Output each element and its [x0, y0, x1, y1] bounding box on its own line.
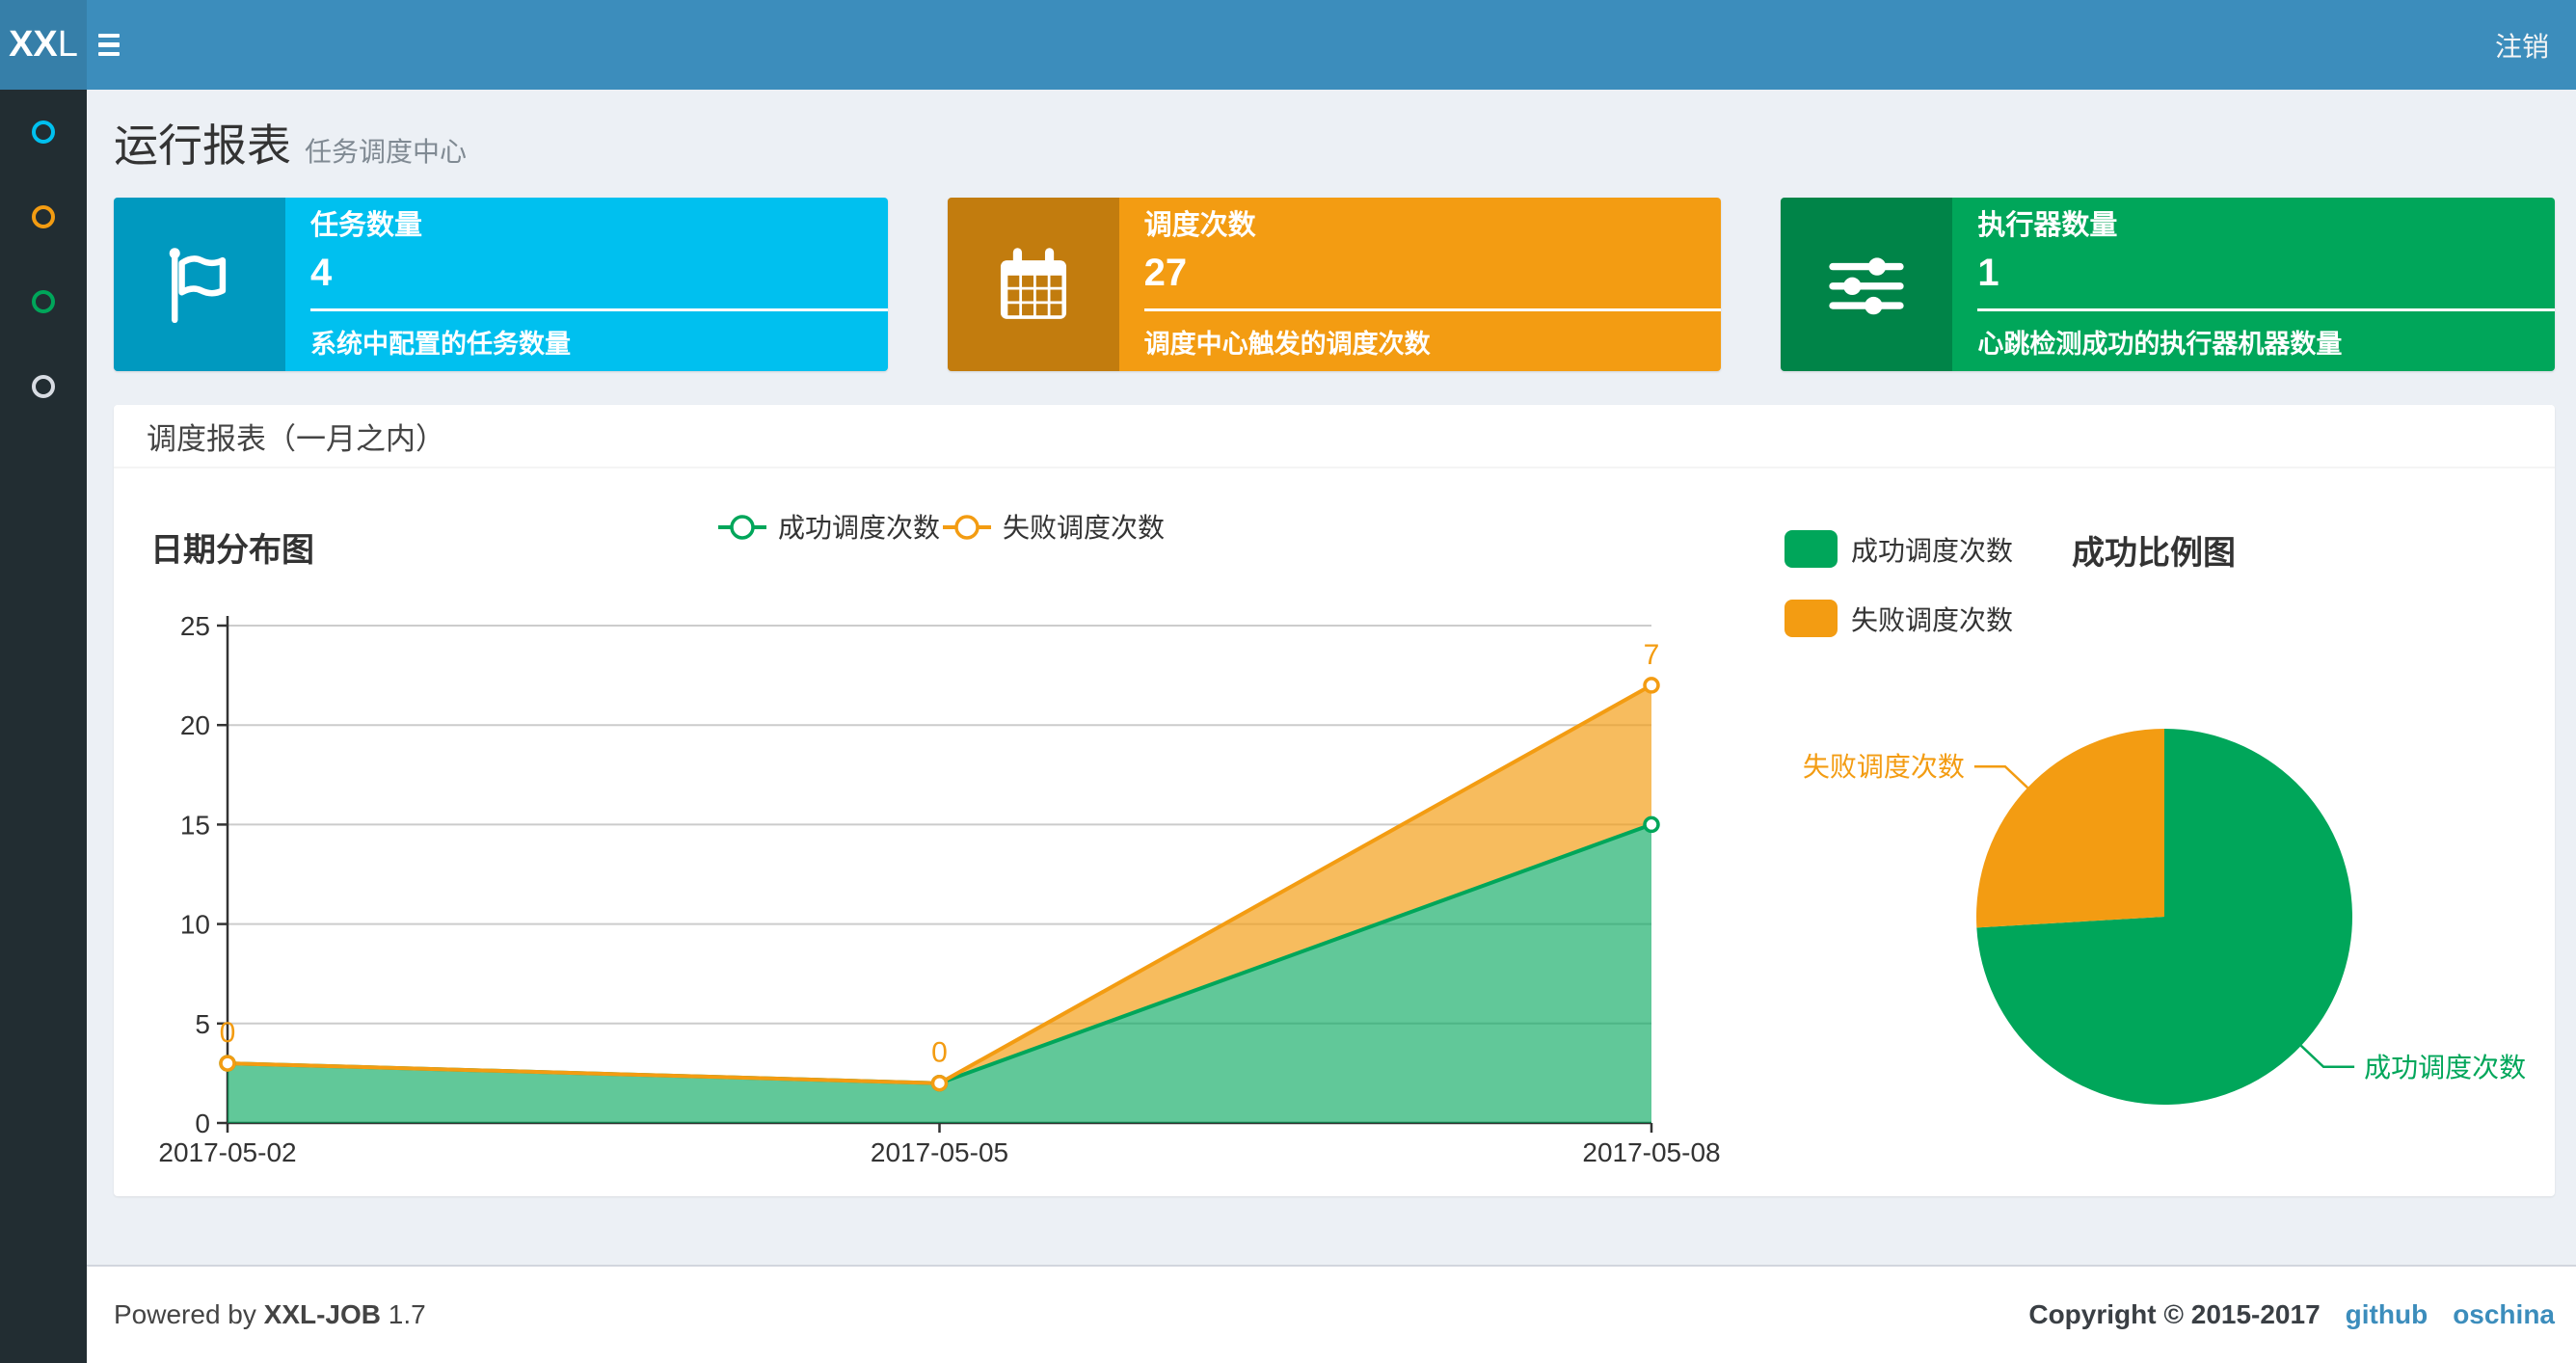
pie-legend-item-fail[interactable]: 失败调度次数 [1784, 600, 2013, 637]
flag-icon [114, 198, 285, 371]
main-content: 运行报表 任务调度中心 任务数量 4 系统中配置的任务数量 调度次数 27 调度… [87, 90, 2576, 1265]
fail-point [1643, 677, 1660, 694]
pie-slice-label: 成功调度次数 [2364, 1053, 2526, 1082]
fail-point-label: 0 [931, 1037, 948, 1069]
stat-label: 执行器数量 [1977, 210, 2118, 242]
y-tick-label: 10 [180, 910, 210, 940]
panel-body: 0 5 10 15 20 25 2017-05-02 2017-05-05 2017-05-08… [114, 468, 2555, 1194]
stat-description: 系统中配置的任务数量 [310, 329, 571, 359]
y-tick-label: 25 [180, 611, 210, 641]
page-subtitle: 任务调度中心 [305, 137, 468, 167]
pie-slice-label: 失败调度次数 [1803, 752, 1965, 782]
stat-card-executors: 执行器数量 1 心跳检测成功的执行器机器数量 [1781, 198, 2556, 371]
pie-label-line [2299, 1044, 2355, 1069]
calendar-icon [947, 198, 1119, 371]
legend-label: 失败调度次数 [1851, 605, 2013, 635]
stat-label: 任务数量 [310, 210, 423, 242]
legend-item-fail[interactable]: 失败调度次数 [943, 513, 1165, 543]
sidebar-item-job-log[interactable] [0, 344, 87, 429]
logout-button[interactable]: 注销 [2468, 0, 2576, 90]
footer: Powered by XXL-JOB 1.7 Copyright © 2015-… [87, 1265, 2576, 1363]
success-point [1643, 815, 1660, 834]
stat-description: 调度中心触发的调度次数 [1143, 329, 1431, 359]
fail-point-label: 7 [1644, 639, 1660, 671]
copyright-text: Copyright © 2015-2017 [2028, 1299, 2321, 1329]
fail-point [930, 1074, 949, 1092]
x-tick-label: 2017-05-08 [1582, 1137, 1720, 1167]
page-title: 运行报表 [114, 120, 291, 171]
x-tick-label: 2017-05-02 [158, 1137, 296, 1167]
pie-label-line [1973, 764, 2029, 789]
divider [1977, 307, 2556, 311]
github-link[interactable]: github [2346, 1299, 2428, 1330]
circle-icon [32, 205, 55, 228]
powered-by: Powered by XXL-JOB 1.7 [114, 1299, 426, 1329]
legend-item-success[interactable]: 成功调度次数 [718, 513, 940, 543]
y-tick-label: 5 [195, 1009, 210, 1039]
legend-label: 失败调度次数 [1003, 513, 1165, 543]
divider [1143, 307, 1722, 311]
sidebar-toggle-button[interactable] [85, 0, 133, 90]
pie-legend-item-success[interactable]: 成功调度次数 [1784, 530, 2013, 568]
pie-legend: 成功调度次数失败调度次数 [1784, 530, 2013, 637]
schedule-report-panel: 调度报表（一月之内） 0 5 10 15 20 25 2017-05-02 2017-05-0… [114, 405, 2555, 1196]
y-tick-label: 20 [180, 710, 210, 740]
stat-value: 4 [310, 251, 333, 294]
sliders-icon [1781, 198, 1953, 371]
stat-card-jobs: 任务数量 4 系统中配置的任务数量 [114, 198, 888, 371]
stat-card-triggers: 调度次数 27 调度中心触发的调度次数 [947, 198, 1722, 371]
y-tick-label: 15 [180, 810, 210, 840]
app-logo[interactable]: XX L [0, 0, 87, 90]
success-ratio-pie: 成功调度次数失败调度次数成功比例图成功调度次数失败调度次数 [1784, 530, 2526, 1105]
line-chart-title: 日期分布图 [150, 532, 314, 569]
stat-description: 心跳检测成功的执行器机器数量 [1977, 329, 2343, 359]
top-navbar: XX L 注销 [0, 0, 2576, 90]
stat-label: 调度次数 [1143, 210, 1256, 242]
panel-title: 调度报表（一月之内） [114, 405, 2555, 468]
legend-label: 成功调度次数 [778, 513, 940, 543]
pie-chart-title: 成功比例图 [2072, 535, 2236, 572]
legend-label: 成功调度次数 [1851, 536, 2013, 566]
pie-slice-fail[interactable] [1976, 729, 2164, 928]
fail-point-label: 0 [220, 1017, 236, 1049]
y-tick-label: 0 [195, 1109, 210, 1138]
charts-canvas: 05101520252017-05-02 2017-05-05 2017-05-08… [150, 513, 2526, 1167]
oschina-link[interactable]: oschina [2453, 1299, 2555, 1330]
line-legend: 成功调度次数 失败调度次数 [718, 513, 1165, 543]
sidebar-item-executor-manage[interactable] [0, 259, 87, 344]
brand-version: 1.7 [388, 1299, 426, 1329]
date-distribution-chart: 05101520252017-05-02 2017-05-05 2017-05-08… [150, 513, 1721, 1167]
logo-text-light: L [57, 24, 78, 65]
sidebar-item-run-report[interactable] [0, 90, 87, 174]
x-tick-label: 2017-05-05 [871, 1137, 1008, 1167]
circle-icon [32, 290, 55, 313]
logo-text-bold: XX [9, 24, 58, 65]
circle-icon [32, 120, 55, 144]
sidebar [0, 90, 87, 1363]
hamburger-icon [98, 33, 120, 39]
page-header: 运行报表 任务调度中心 [114, 111, 467, 174]
sidebar-item-job-manage[interactable] [0, 174, 87, 259]
stat-value: 1 [1977, 251, 1999, 294]
divider [310, 307, 888, 311]
circle-icon [32, 375, 55, 398]
brand-name: XXL-JOB [263, 1299, 382, 1329]
fail-point [219, 1055, 236, 1072]
stat-cards-row: 任务数量 4 系统中配置的任务数量 调度次数 27 调度中心触发的调度次数 执行… [114, 198, 2556, 371]
stat-value: 27 [1143, 251, 1188, 294]
